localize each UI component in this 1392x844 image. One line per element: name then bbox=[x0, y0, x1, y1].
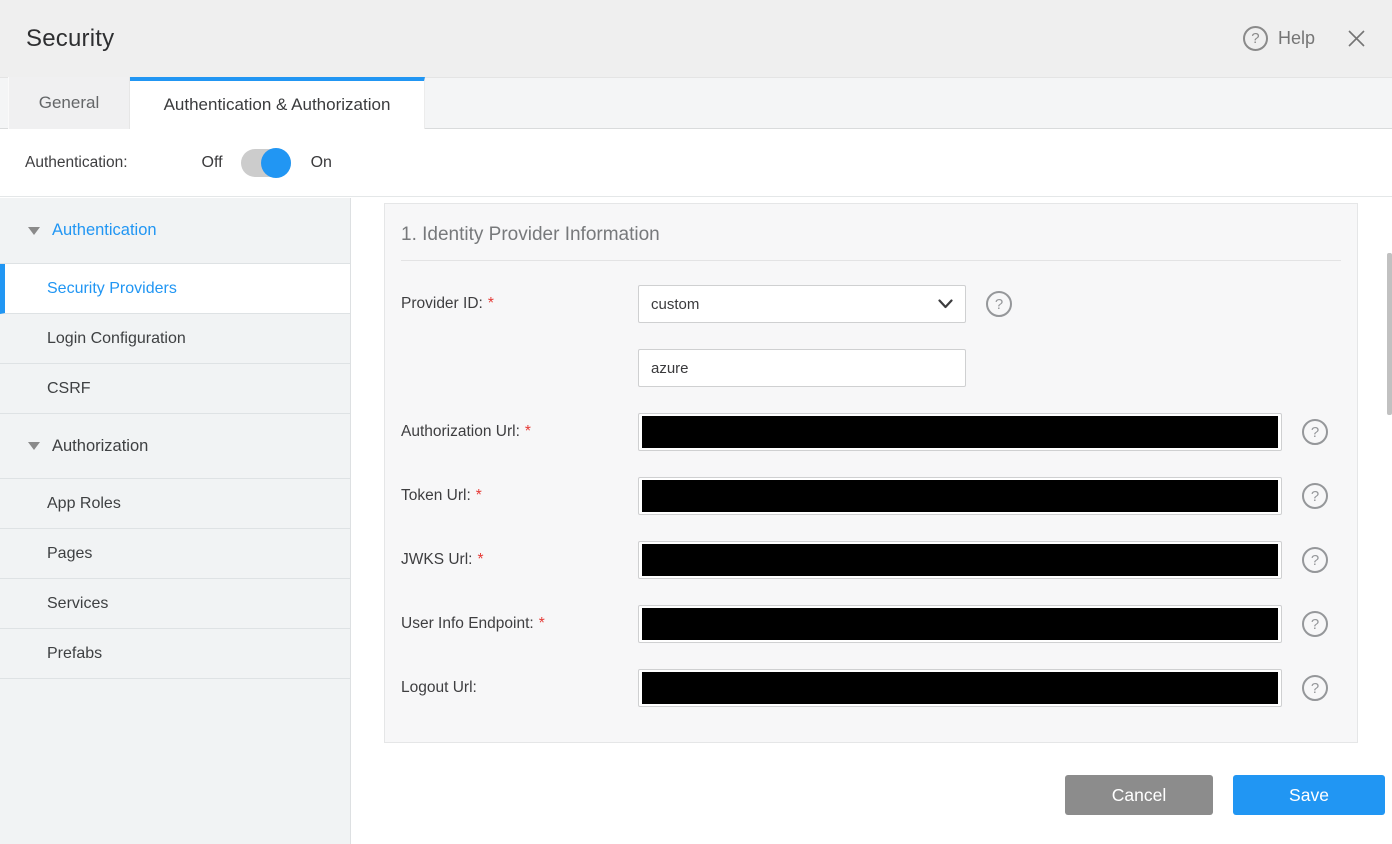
redacted-value bbox=[642, 544, 1278, 576]
authorization-url-help-icon[interactable]: ? bbox=[1302, 419, 1328, 445]
authentication-toggle-label: Authentication: bbox=[25, 153, 128, 171]
chevron-down-icon bbox=[938, 299, 953, 309]
help-link[interactable]: Help bbox=[1278, 28, 1315, 49]
tab-bar: General Authentication & Authorization bbox=[0, 77, 1392, 129]
triangle-down-icon bbox=[28, 226, 40, 235]
dialog-header: Security ? Help bbox=[0, 0, 1392, 77]
user-info-endpoint-row: User Info Endpoint: * ? bbox=[401, 605, 1341, 643]
user-info-endpoint-input[interactable] bbox=[638, 605, 1282, 643]
toggle-on-label: On bbox=[310, 153, 332, 171]
required-marker: * bbox=[538, 615, 545, 632]
security-dialog: Security ? Help General Authentication &… bbox=[0, 0, 1392, 844]
switch-knob bbox=[260, 147, 291, 178]
logout-url-input[interactable] bbox=[638, 669, 1282, 707]
vertical-scrollbar[interactable] bbox=[1387, 253, 1392, 415]
jwks-url-input[interactable] bbox=[638, 541, 1282, 579]
token-url-help-icon[interactable]: ? bbox=[1302, 483, 1328, 509]
settings-sidebar: Authentication Security Providers Login … bbox=[0, 198, 351, 844]
authorization-url-input[interactable] bbox=[638, 413, 1282, 451]
provider-id-selected-option: custom bbox=[651, 295, 700, 313]
triangle-down-icon bbox=[28, 442, 40, 450]
logout-url-row: Logout Url: ? bbox=[401, 669, 1341, 707]
sidebar-section-authorization[interactable]: Authorization bbox=[0, 414, 350, 479]
authentication-switch[interactable] bbox=[240, 147, 291, 178]
logout-url-label: Logout Url: bbox=[401, 679, 477, 696]
jwks-url-label: JWKS Url: * bbox=[401, 551, 484, 568]
jwks-url-row: JWKS Url: * ? bbox=[401, 541, 1341, 579]
provider-id-select[interactable]: custom bbox=[638, 285, 966, 323]
user-info-endpoint-label: User Info Endpoint: * bbox=[401, 615, 545, 632]
section-divider bbox=[401, 260, 1341, 261]
logout-url-help-icon[interactable]: ? bbox=[1302, 675, 1328, 701]
authentication-toggle-row: Authentication: Off On bbox=[0, 129, 1392, 197]
provider-id-label: Provider ID: * bbox=[401, 295, 494, 312]
required-marker: * bbox=[487, 295, 494, 312]
provider-id-row: Provider ID: * custom ? bbox=[401, 285, 1341, 323]
tab-general[interactable]: General bbox=[8, 77, 130, 129]
sidebar-item-login-configuration[interactable]: Login Configuration bbox=[0, 314, 350, 364]
required-marker: * bbox=[524, 423, 531, 440]
token-url-row: Token Url: * ? bbox=[401, 477, 1341, 515]
sidebar-item-prefabs[interactable]: Prefabs bbox=[0, 629, 350, 679]
token-url-label: Token Url: * bbox=[401, 487, 482, 504]
token-url-input[interactable] bbox=[638, 477, 1282, 515]
sidebar-item-services[interactable]: Services bbox=[0, 579, 350, 629]
redacted-value bbox=[642, 608, 1278, 640]
sidebar-item-security-providers[interactable]: Security Providers bbox=[0, 264, 350, 314]
sidebar-item-app-roles[interactable]: App Roles bbox=[0, 479, 350, 529]
required-marker: * bbox=[475, 487, 482, 504]
provider-id-help-icon[interactable]: ? bbox=[986, 291, 1012, 317]
custom-provider-input[interactable] bbox=[638, 349, 966, 387]
required-marker: * bbox=[477, 551, 484, 568]
close-icon[interactable] bbox=[1347, 29, 1366, 48]
sidebar-section-authentication[interactable]: Authentication bbox=[0, 198, 350, 264]
sidebar-item-csrf[interactable]: CSRF bbox=[0, 364, 350, 414]
identity-provider-panel: 1. Identity Provider Information Provide… bbox=[384, 203, 1358, 743]
sidebar-item-pages[interactable]: Pages bbox=[0, 529, 350, 579]
tab-authentication-authorization[interactable]: Authentication & Authorization bbox=[130, 77, 425, 129]
redacted-value bbox=[642, 480, 1278, 512]
toggle-off-label: Off bbox=[201, 153, 223, 171]
authorization-url-label: Authorization Url: * bbox=[401, 423, 531, 440]
header-actions: ? Help bbox=[1242, 26, 1366, 51]
jwks-url-help-icon[interactable]: ? bbox=[1302, 547, 1328, 573]
save-button[interactable]: Save bbox=[1233, 775, 1385, 815]
authorization-url-row: Authorization Url: * ? bbox=[401, 413, 1341, 451]
redacted-value bbox=[642, 416, 1278, 448]
help-circle-icon[interactable]: ? bbox=[1242, 26, 1268, 51]
redacted-value bbox=[642, 672, 1278, 704]
cancel-button[interactable]: Cancel bbox=[1065, 775, 1213, 815]
page-title: Security bbox=[26, 24, 115, 52]
section-title: 1. Identity Provider Information bbox=[401, 224, 660, 245]
custom-provider-row bbox=[401, 349, 1341, 387]
user-info-endpoint-help-icon[interactable]: ? bbox=[1302, 611, 1328, 637]
